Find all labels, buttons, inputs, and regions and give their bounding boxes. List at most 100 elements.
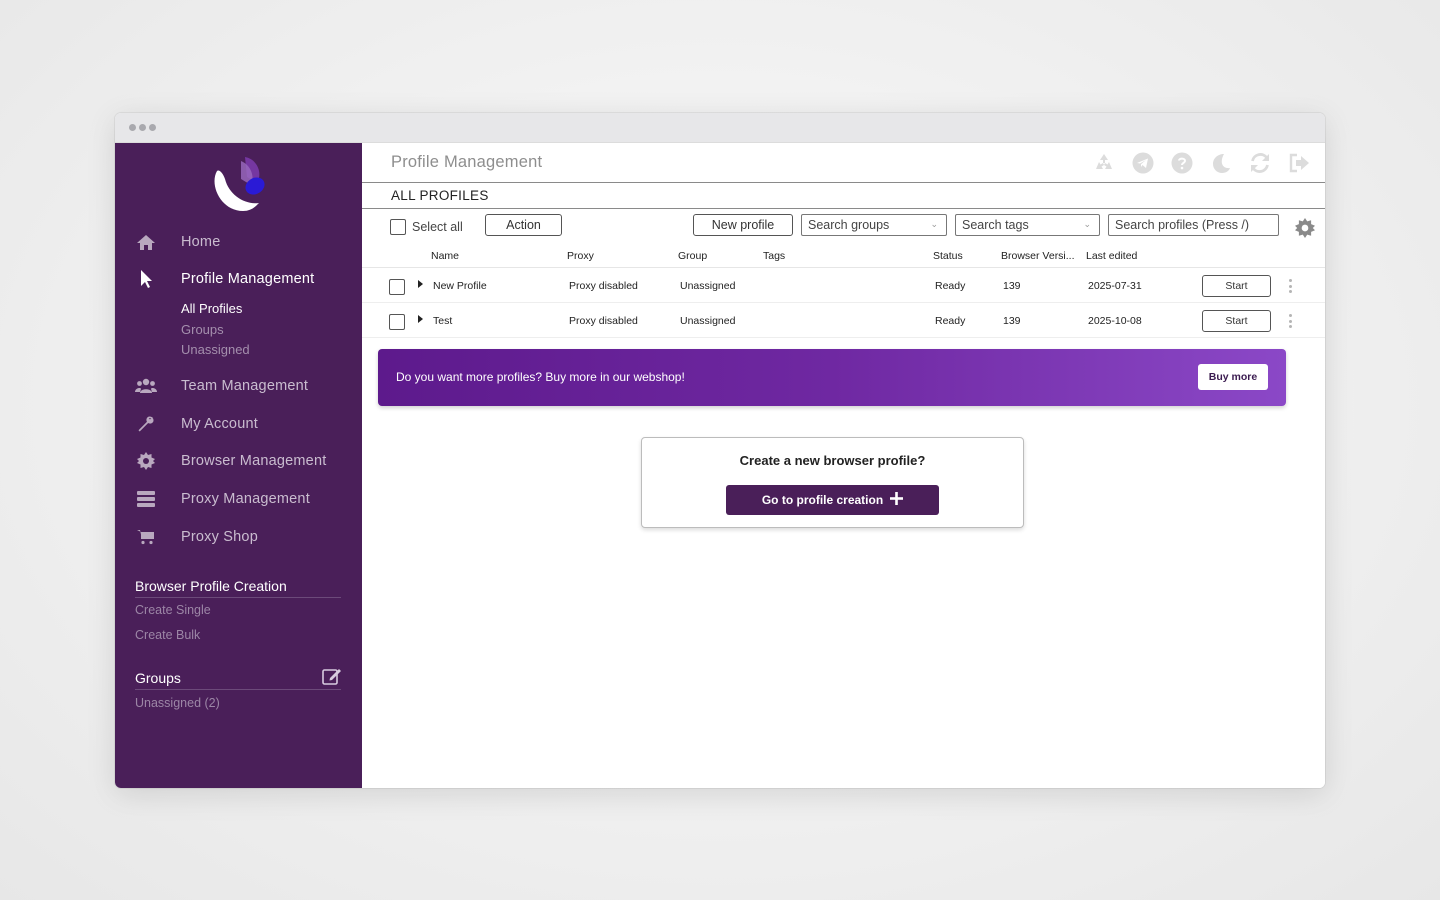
column-last-edited[interactable]: Last edited <box>1086 250 1137 262</box>
dark-mode-icon[interactable] <box>1209 151 1233 175</box>
page-title: Profile Management <box>391 153 543 171</box>
column-browser-version[interactable]: Browser Versi... <box>1001 250 1075 262</box>
home-icon <box>135 232 157 252</box>
settings-gear-icon[interactable] <box>1295 218 1315 238</box>
wrench-icon <box>135 414 157 434</box>
profile-proxy: Proxy disabled <box>569 280 638 292</box>
sub-unassigned[interactable]: Unassigned <box>181 342 250 357</box>
nav-my-account[interactable]: My Account <box>135 412 258 436</box>
search-groups-select[interactable]: Search groups ⌄ <box>801 214 947 236</box>
go-to-profile-creation-label: Go to profile creation <box>761 493 884 507</box>
search-tags-placeholder: Search tags <box>962 218 1029 232</box>
profile-status: Ready <box>935 315 966 327</box>
create-profile-card: Create a new browser profile? Go to prof… <box>641 437 1024 528</box>
go-to-profile-creation-button[interactable]: Go to profile creation <box>726 485 939 515</box>
create-single-link[interactable]: Create Single <box>135 603 211 617</box>
action-button[interactable]: Action <box>485 214 562 236</box>
select-all-label: Select all <box>412 220 463 234</box>
section-header: ALL PROFILES <box>362 183 1325 209</box>
buy-more-button[interactable]: Buy more <box>1198 364 1268 390</box>
search-groups-placeholder: Search groups <box>808 218 890 232</box>
nav-label: Proxy Shop <box>181 529 258 545</box>
sidebar: Home Profile Management All Profiles Gro… <box>115 143 362 788</box>
plus-icon <box>890 492 904 508</box>
window-dot <box>149 124 156 131</box>
column-status[interactable]: Status <box>933 250 963 262</box>
logout-icon[interactable] <box>1287 151 1311 175</box>
users-icon <box>135 376 157 396</box>
checkbox[interactable] <box>390 219 406 235</box>
toolbar: Select all Action New profile Search gro… <box>362 209 1325 243</box>
telegram-icon[interactable] <box>1131 151 1155 175</box>
cart-icon <box>135 527 157 547</box>
nav-team-management[interactable]: Team Management <box>135 374 308 398</box>
profile-last-edited: 2025-07-31 <box>1088 280 1142 292</box>
app-window: Home Profile Management All Profiles Gro… <box>115 113 1325 788</box>
nav-label: Browser Management <box>181 453 327 469</box>
nav-label: Team Management <box>181 378 309 394</box>
promo-banner: Do you want more profiles? Buy more in o… <box>378 349 1286 406</box>
logo-icon <box>207 155 271 215</box>
start-button[interactable]: Start <box>1202 310 1271 332</box>
search-tags-select[interactable]: Search tags ⌄ <box>955 214 1100 236</box>
top-bar: Profile Management <box>362 143 1325 183</box>
expand-caret-icon[interactable] <box>418 280 423 288</box>
section-title: ALL PROFILES <box>391 188 489 203</box>
create-profile-question: Create a new browser profile? <box>739 453 926 468</box>
table-row[interactable]: Test Proxy disabled Unassigned Ready 139… <box>362 303 1325 338</box>
recycle-icon[interactable] <box>1092 151 1116 175</box>
search-profiles-placeholder: Search profiles (Press /) <box>1115 218 1250 232</box>
profile-proxy: Proxy disabled <box>569 315 638 327</box>
column-proxy[interactable]: Proxy <box>567 250 594 262</box>
profile-group: Unassigned <box>680 315 736 327</box>
profile-name[interactable]: Test <box>433 315 452 327</box>
groups-title: Groups <box>135 670 341 690</box>
nav-proxy-management[interactable]: Proxy Management <box>135 487 310 511</box>
table-row[interactable]: New Profile Proxy disabled Unassigned Re… <box>362 268 1325 303</box>
edit-icon[interactable] <box>322 667 342 685</box>
gear-icon <box>135 451 157 471</box>
sub-groups[interactable]: Groups <box>181 322 224 337</box>
server-icon <box>135 489 157 509</box>
create-bulk-link[interactable]: Create Bulk <box>135 628 200 642</box>
top-icon-bar <box>1092 151 1311 175</box>
table-header: Name Proxy Group Tags Status Browser Ver… <box>362 243 1325 268</box>
start-button[interactable]: Start <box>1202 275 1271 297</box>
nav-home[interactable]: Home <box>135 230 220 254</box>
nav-label: Proxy Management <box>181 491 310 507</box>
refresh-icon[interactable] <box>1248 151 1272 175</box>
nav-label: Profile Management <box>181 271 315 287</box>
cursor-icon <box>135 269 157 289</box>
column-name[interactable]: Name <box>431 250 459 262</box>
nav-label: My Account <box>181 416 258 432</box>
promo-text: Do you want more profiles? Buy more in o… <box>396 370 685 384</box>
window-dot <box>129 124 136 131</box>
more-options-icon[interactable] <box>1286 312 1294 330</box>
expand-caret-icon[interactable] <box>418 315 423 323</box>
main-content: Profile Management ALL PROFILES Select a… <box>362 143 1325 788</box>
new-profile-button[interactable]: New profile <box>693 214 793 236</box>
profile-browser-version: 139 <box>1003 315 1021 327</box>
profile-name[interactable]: New Profile <box>433 280 487 292</box>
help-icon[interactable] <box>1170 151 1194 175</box>
group-unassigned-link[interactable]: Unassigned (2) <box>135 696 220 710</box>
browser-profile-creation-title: Browser Profile Creation <box>135 578 341 598</box>
search-profiles-input[interactable]: Search profiles (Press /) <box>1108 214 1279 236</box>
row-checkbox[interactable] <box>389 279 405 295</box>
profile-last-edited: 2025-10-08 <box>1088 315 1142 327</box>
select-all-checkbox[interactable]: Select all <box>390 219 463 235</box>
nav-browser-management[interactable]: Browser Management <box>135 449 326 473</box>
column-tags[interactable]: Tags <box>763 250 785 262</box>
profile-group: Unassigned <box>680 280 736 292</box>
profile-browser-version: 139 <box>1003 280 1021 292</box>
row-checkbox[interactable] <box>389 314 405 330</box>
nav-proxy-shop[interactable]: Proxy Shop <box>135 525 258 549</box>
profile-status: Ready <box>935 280 966 292</box>
window-dot <box>139 124 146 131</box>
chevron-down-icon: ⌄ <box>1083 219 1091 229</box>
sub-all-profiles[interactable]: All Profiles <box>181 301 242 316</box>
more-options-icon[interactable] <box>1286 277 1294 295</box>
nav-label: Home <box>181 234 221 250</box>
column-group[interactable]: Group <box>678 250 707 262</box>
nav-profile-management[interactable]: Profile Management <box>135 267 314 291</box>
